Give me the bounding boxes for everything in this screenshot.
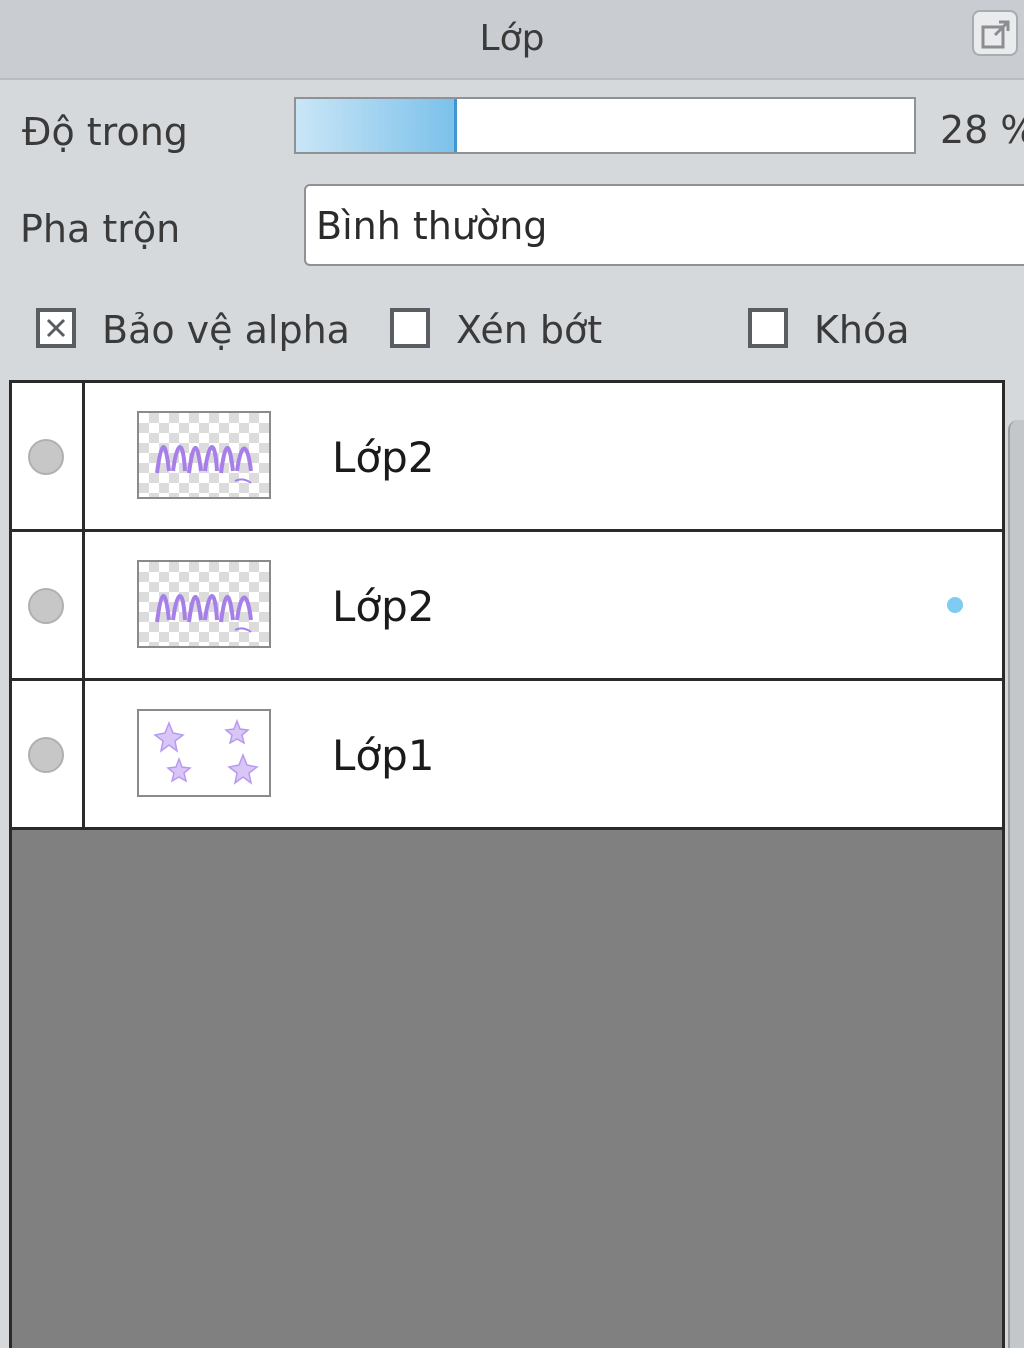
gear-icon[interactable] (920, 570, 990, 640)
layer-thumbnail (137, 411, 271, 499)
visibility-toggle[interactable] (28, 439, 64, 475)
lettering-thumbnail-icon (155, 445, 253, 484)
visibility-toggle[interactable] (28, 588, 64, 624)
layer-name[interactable]: Lớp1 (332, 731, 434, 780)
lock-label[interactable]: Khóa (814, 308, 910, 352)
layer-list-scrollbar[interactable] (1008, 420, 1024, 1348)
detach-window-icon (981, 20, 1010, 49)
clipping-checkbox[interactable] (390, 308, 430, 348)
lettering-thumbnail-icon (155, 594, 253, 633)
layer-thumbnail (137, 560, 271, 648)
stars-thumbnail-icon (153, 718, 259, 785)
opacity-value: 28 % (940, 108, 1024, 152)
opacity-slider-fill (296, 99, 457, 152)
layer-name[interactable]: Lớp2 (332, 433, 434, 482)
visibility-toggle[interactable] (28, 737, 64, 773)
panel-title-bar: Lớp (0, 0, 1024, 80)
detach-panel-button[interactable] (972, 10, 1018, 56)
layer-thumbnail (137, 709, 271, 797)
blend-mode-value: Bình thường (316, 204, 548, 248)
layer-list[interactable]: Lớp2 Lớp2 Lớp1 (9, 380, 1005, 1348)
visibility-column (12, 532, 85, 678)
blend-mode-select[interactable]: Bình thường (304, 184, 1024, 266)
visibility-column (12, 383, 85, 529)
opacity-slider[interactable] (294, 97, 916, 154)
protect-alpha-checkbox[interactable] (36, 308, 76, 348)
layer-row-selected[interactable]: Lớp2 (12, 532, 1002, 681)
protect-alpha-label[interactable]: Bảo vệ alpha (102, 308, 350, 352)
lock-checkbox[interactable] (748, 308, 788, 348)
blend-mode-label: Pha trộn (20, 207, 181, 251)
checkbox-x-icon (46, 318, 66, 338)
layer-name[interactable]: Lớp2 (332, 582, 434, 631)
visibility-column (12, 681, 85, 827)
layer-row[interactable]: Lớp1 (12, 681, 1002, 830)
layer-row[interactable]: Lớp2 (12, 383, 1002, 532)
opacity-label: Độ trong (22, 110, 188, 154)
clipping-label[interactable]: Xén bớt (456, 308, 602, 352)
panel-title: Lớp (479, 18, 545, 59)
